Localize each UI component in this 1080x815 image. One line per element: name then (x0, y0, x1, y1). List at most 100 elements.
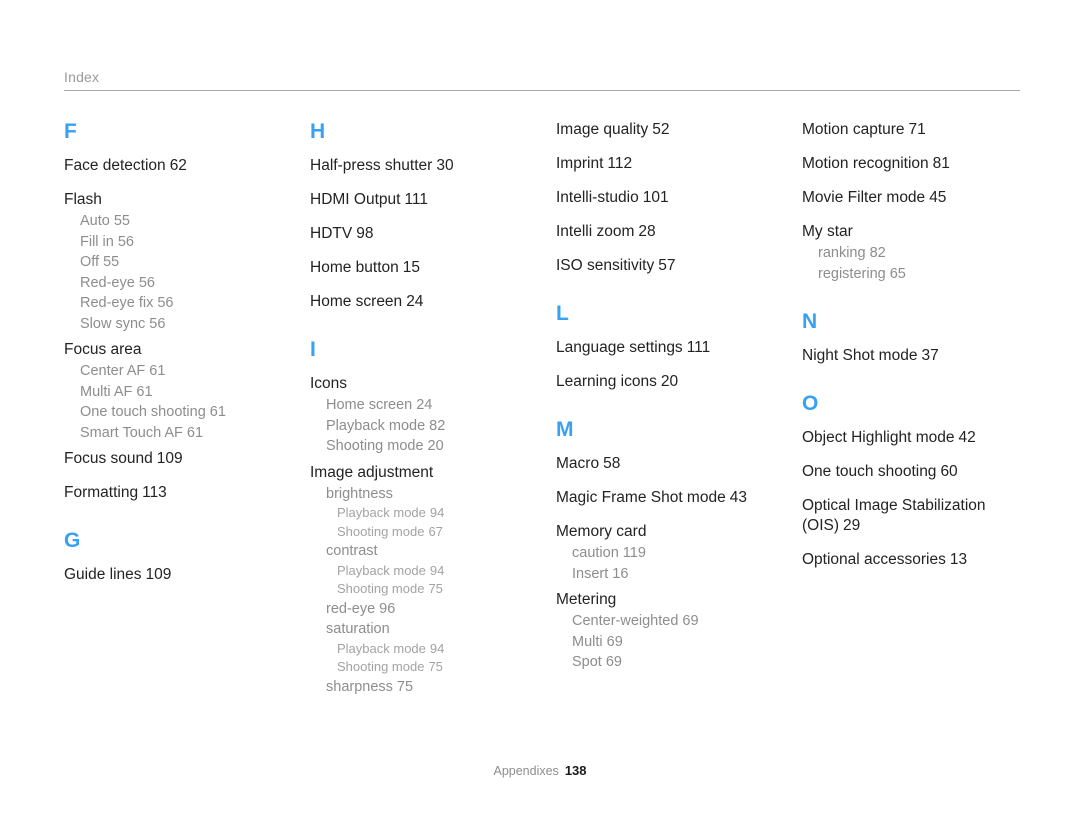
entry-label: Movie Filter mode 45 (802, 188, 1032, 208)
index-entry-icons: Icons Home screen 24 Playback mode 82 Shootin… (310, 374, 556, 457)
index-entry-memory-card: Memory card caution 119 Insert 16 (556, 522, 802, 584)
entry-text: Motion recognition (802, 155, 929, 172)
entry-text: Intelli-studio (556, 189, 639, 206)
page-footer: Appendixes 138 (0, 762, 1080, 780)
entry-page-number: 24 (406, 293, 424, 310)
entry-label: Home button 15 (310, 258, 556, 278)
index-entry-movie-filter-mode: Movie Filter mode 45 (802, 188, 1032, 208)
sub-entry-text: One touch shooting (80, 404, 206, 420)
sub-entry-text: Center-weighted (572, 613, 679, 629)
entry-label: Half-press shutter 30 (310, 156, 556, 176)
index-entry-home-screen: Home screen 24 (310, 292, 556, 312)
entry-sublist: ranking 82 registering 65 (802, 243, 1032, 284)
sub-entry-text: Multi (572, 633, 603, 650)
entry-label: Language settings 111 (556, 338, 802, 358)
entry-page-number: 112 (607, 155, 633, 172)
sub-sub-entry: Shooting mode 75 (337, 658, 556, 677)
index-entry-focus-area: Focus area Center AF 61 Multi AF 61 One touch… (64, 340, 310, 443)
sub-entry-text: Auto (80, 213, 110, 229)
sub-entry-page-number: 61 (149, 363, 166, 379)
sub-entry-page-number: 55 (113, 213, 130, 229)
sub-entry-text: caution (572, 545, 619, 561)
sub-entry-page-number: 61 (209, 404, 226, 420)
entry-label: Motion recognition 81 (802, 154, 1032, 174)
entry-sublist: Home screen 24 Playback mode 82 Shooting mod… (310, 395, 556, 457)
sub-entry-text: Home screen (326, 397, 413, 413)
index-entry-hdtv: HDTV 98 (310, 224, 556, 244)
entry-label: Focus sound 109 (64, 449, 310, 469)
sub-entry: Multi AF 61 (80, 382, 310, 403)
sub-entry-text: Insert (572, 565, 609, 582)
index-entry-image-quality: Image quality 52 (556, 120, 802, 140)
sub-entry-text: Spot (572, 654, 602, 670)
entry-page-number: 81 (932, 155, 950, 172)
entry-label: Image quality 52 (556, 120, 802, 140)
entry-label: Imprint 112 (556, 154, 802, 174)
index-entry-one-touch-shooting: One touch shooting 60 (802, 462, 1032, 482)
entry-label: Focus area (64, 340, 310, 360)
index-entry-learning-icons: Learning icons 20 (556, 372, 802, 392)
letter-heading-i: I (310, 338, 316, 361)
sub-entry: Auto 55 (80, 211, 310, 232)
index-entry-intelli-studio: Intelli-studio 101 (556, 188, 802, 208)
sub-entry: Multi 69 (572, 632, 802, 653)
page-header: Index (64, 68, 1020, 91)
letter-heading-l: L (556, 302, 569, 325)
letter-heading-n: N (802, 310, 818, 333)
entry-page-number: 62 (169, 157, 187, 174)
entry-page-number: 111 (686, 339, 711, 356)
entry-page-number: 15 (402, 259, 420, 276)
index-entry-my-star: My star ranking 82 registering 65 (802, 222, 1032, 284)
entry-text: Face detection (64, 157, 166, 174)
sub-entry: Insert 16 (572, 564, 802, 585)
entry-text: HDMI Output (310, 191, 401, 208)
entry-text: Metering (556, 591, 617, 608)
sub-sub-entry: Playback mode 94 (337, 504, 556, 523)
index-entry-home-button: Home button 15 (310, 258, 556, 278)
entry-label: My star (802, 222, 1032, 242)
entry-label: Face detection 62 (64, 156, 310, 176)
sub-sub-entry: Shooting mode 67 (337, 523, 556, 542)
index-entry-guide-lines: Guide lines 109 (64, 565, 310, 585)
entry-text: Magic Frame Shot mode (556, 489, 726, 506)
sub-entry: ranking 82 (818, 243, 1032, 264)
sub-entry-text: Red-eye fix (80, 295, 154, 311)
letter-heading-f: F (64, 120, 77, 143)
sub-entry-page-number: 69 (606, 633, 623, 650)
sub-sub-entry-page-number: 94 (429, 640, 445, 656)
entry-label: Optional accessories 13 (802, 550, 1032, 570)
header-divider (64, 90, 1020, 91)
sub-entry: sharpness 75 (326, 677, 556, 698)
entry-page-number: 42 (958, 429, 976, 446)
sub-entry-page-number: 20 (427, 438, 444, 454)
sub-entry-text: registering (818, 265, 886, 282)
sub-entry-page-number: 82 (869, 245, 886, 261)
entry-page-number: 60 (940, 463, 958, 480)
entry-sublist: Center AF 61 Multi AF 61 One touch shooting 6… (64, 361, 310, 443)
entry-text: Night Shot mode (802, 347, 918, 364)
sub-entry-text: Center AF (80, 363, 146, 379)
letter-heading-h: H (310, 120, 326, 143)
sub-entry-page-number: 69 (605, 654, 622, 670)
index-page: Index F Face detection 62 Flash Auto 55 Fill i… (0, 0, 1080, 815)
index-entry-imprint: Imprint 112 (556, 154, 802, 174)
sub-entry: One touch shooting 61 (80, 402, 310, 423)
entry-text: Focus area (64, 341, 142, 358)
sub-sub-entry: Shooting mode 75 (337, 580, 556, 599)
entry-page-number: 13 (949, 551, 968, 568)
entry-page-number: 109 (145, 566, 172, 583)
sub-entry-text: Shooting mode (326, 438, 424, 454)
sub-entry-text: Smart Touch AF (80, 424, 183, 441)
sub-entry-page-number: 119 (622, 545, 646, 561)
sub-entry-page-number: 56 (149, 315, 166, 332)
sub-sub-entry-page-number: 94 (429, 505, 445, 520)
entry-label: Home screen 24 (310, 292, 556, 312)
entry-label: Metering (556, 590, 802, 610)
page-header-label: Index (64, 69, 100, 85)
entry-page-number: 57 (658, 257, 676, 274)
sub-entry-page-number: 65 (889, 265, 906, 282)
index-entry-image-adjustment: Image adjustment brightness Playback mode 9… (310, 463, 556, 698)
sub-entry-page-number: 55 (103, 254, 120, 270)
entry-label: Night Shot mode 37 (802, 346, 1032, 366)
sub-entry-page-number: 56 (117, 233, 134, 250)
